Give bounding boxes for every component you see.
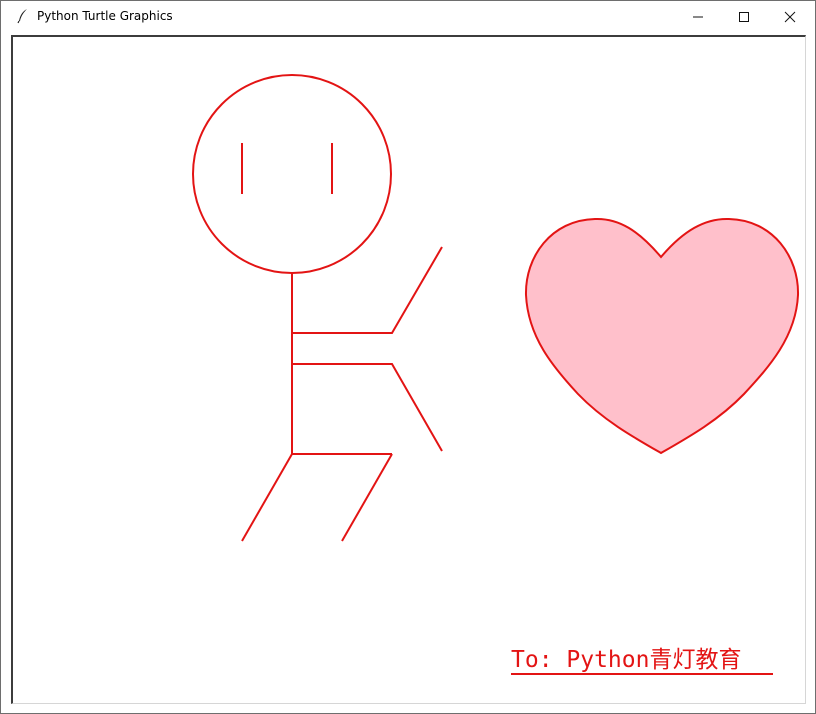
- maximize-icon: [738, 11, 750, 23]
- maximize-button[interactable]: [721, 1, 767, 32]
- turtle-canvas[interactable]: To: Python青灯教育: [11, 35, 806, 704]
- stick-figure-upper-arm: [292, 246, 443, 334]
- caption-text: To: Python青灯教育: [511, 647, 742, 673]
- close-button[interactable]: [767, 1, 813, 32]
- window-title: Python Turtle Graphics: [37, 9, 173, 23]
- turtle-window: Python Turtle Graphics To: Python青灯教育: [0, 0, 816, 714]
- stick-figure-head: [192, 74, 392, 274]
- heart-shape: [524, 217, 800, 455]
- minimize-icon: [692, 11, 704, 23]
- stick-figure-lower-arm: [292, 363, 443, 452]
- caption-underline: [511, 673, 773, 675]
- title-bar[interactable]: Python Turtle Graphics: [1, 1, 815, 32]
- turtle-drawing: [192, 74, 800, 542]
- minimize-button[interactable]: [675, 1, 721, 32]
- close-icon: [784, 11, 796, 23]
- stick-figure-left-leg: [241, 453, 293, 542]
- stick-figure-right-leg: [341, 453, 393, 542]
- feather-icon: [15, 8, 31, 24]
